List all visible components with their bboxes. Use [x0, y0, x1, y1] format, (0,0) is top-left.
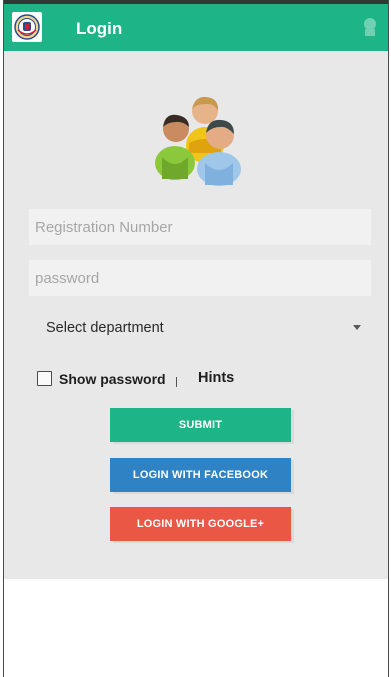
app-bar: Login — [4, 4, 388, 51]
overflow-icon[interactable] — [360, 15, 380, 39]
page-title: Login — [76, 19, 123, 38]
department-select-value: Select department — [46, 320, 164, 336]
app-screen: Login Select department — [3, 0, 389, 677]
login-with-google-button[interactable]: LOGIN WITH GOOGLE+ — [110, 507, 291, 541]
department-select[interactable]: Select department — [29, 313, 371, 343]
show-password-label[interactable]: Show password — [59, 371, 166, 387]
users-group-icon — [155, 96, 241, 186]
show-password-checkbox[interactable] — [37, 371, 52, 386]
college-emblem-icon — [12, 12, 42, 42]
login-with-facebook-button[interactable]: LOGIN WITH FACEBOOK — [110, 458, 291, 492]
submit-button[interactable]: SUBMIT — [110, 408, 291, 442]
dropdown-caret-icon — [353, 325, 361, 330]
divider — [176, 377, 177, 387]
password-input[interactable] — [29, 260, 371, 296]
login-form-panel: Select department Show password Hints SU… — [4, 51, 388, 579]
registration-number-input[interactable] — [29, 209, 371, 245]
hints-link[interactable]: Hints — [198, 370, 234, 386]
